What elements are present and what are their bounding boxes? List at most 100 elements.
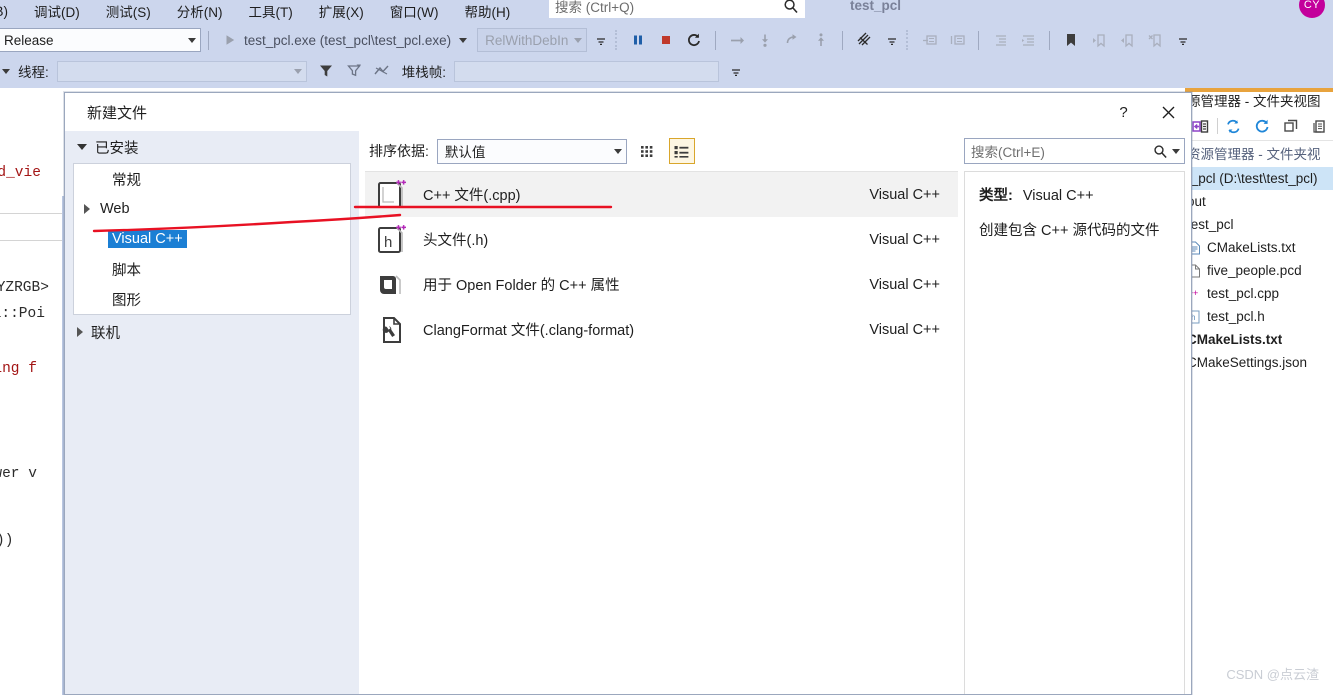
decrease-indent-icon[interactable] xyxy=(989,29,1011,51)
pause-icon[interactable] xyxy=(627,29,649,51)
list-item[interactable]: ++ test_pcl.cpp xyxy=(1185,282,1333,305)
solution-explorer-toolbar[interactable] xyxy=(1185,112,1333,141)
tree-node-visual-cpp[interactable]: Visual C++ xyxy=(74,224,350,254)
list-item[interactable]: CMakeLists.txt xyxy=(1185,236,1333,259)
chevron-down-icon[interactable] xyxy=(2,68,10,74)
solution-explorer-panel[interactable]: 源管理器 - 文件夹视图 资源管理器 - 文件夹视 t_pcl (D:\test… xyxy=(1185,88,1333,695)
menu-item-debug[interactable]: 调试(D) xyxy=(21,1,93,21)
uncomment-selection-icon[interactable] xyxy=(946,29,968,51)
detail-pane[interactable]: 搜索(Ctrl+E) 类型: Visual C++ 创建包含 C++ 源代码的文… xyxy=(958,131,1191,694)
installed-tree-pane[interactable]: 已安装 常规 Web Visual C++ 脚本 图形 联机 xyxy=(65,131,359,694)
tree-node-general[interactable]: 常规 xyxy=(74,164,350,194)
category-tree[interactable]: 常规 Web Visual C++ 脚本 图形 xyxy=(73,163,351,315)
step-over-icon[interactable] xyxy=(726,29,748,51)
refresh-icon[interactable] xyxy=(1253,115,1273,137)
list-item[interactable]: h test_pcl.h xyxy=(1185,305,1333,328)
list-view-button[interactable] xyxy=(668,138,695,164)
increase-indent-icon[interactable] xyxy=(1017,29,1039,51)
collapse-all-icon[interactable] xyxy=(1281,115,1301,137)
chevron-down-icon[interactable] xyxy=(1172,148,1180,154)
list-item[interactable]: CMakeSettings.json xyxy=(1185,351,1333,374)
menu-item-window[interactable]: 窗口(W) xyxy=(377,1,452,21)
tree-node-script[interactable]: 脚本 xyxy=(74,254,350,284)
list-item[interactable]: C++ 文件(.cpp) Visual C++ xyxy=(365,172,958,217)
online-header[interactable]: 联机 xyxy=(65,315,359,349)
template-details: 类型: Visual C++ 创建包含 C++ 源代码的文件 xyxy=(964,171,1185,694)
list-item-label: 用于 Open Folder 的 C++ 属性 xyxy=(423,278,620,294)
search-icon xyxy=(783,0,799,14)
stop-icon[interactable] xyxy=(655,29,677,51)
small-icons-view-button[interactable] xyxy=(635,138,661,164)
comment-selection-icon[interactable] xyxy=(918,29,940,51)
code-line: oud_vie xyxy=(0,165,41,181)
tree-node-graphics[interactable]: 图形 xyxy=(74,284,350,314)
template-list[interactable]: C++ 文件(.cpp) Visual C++ h 头文件(.h) Visual… xyxy=(365,171,958,694)
search-icon[interactable] xyxy=(1153,144,1168,159)
list-item-label: C++ 文件(.cpp) xyxy=(423,188,521,204)
switch-view-icon[interactable] xyxy=(1191,115,1211,137)
solution-explorer-tree[interactable]: t_pcl (D:\test\test_pcl) out test_pcl CM… xyxy=(1185,165,1333,374)
new-file-dialog[interactable]: 新建文件 ? 已安装 常规 Web Visual C++ 脚本 图形 联机 排序… xyxy=(64,92,1192,695)
thread-combo[interactable] xyxy=(56,60,307,82)
startup-target-label[interactable]: test_pcl.exe (test_pcl\test_pcl.exe) xyxy=(244,33,451,48)
document-tab[interactable]: test_pcl xyxy=(836,0,916,20)
step-into-icon[interactable] xyxy=(754,29,776,51)
menu-bar[interactable]: (B) 调试(D) 测试(S) 分析(N) 工具(T) 扩展(X) 窗口(W) … xyxy=(0,0,1333,22)
menu-item-test[interactable]: 测试(S) xyxy=(93,1,164,21)
menu-item-tools[interactable]: 工具(T) xyxy=(236,1,306,21)
toolbar-overflow-icon[interactable] xyxy=(590,29,612,51)
sort-row[interactable]: 排序依据: 默认值 xyxy=(359,131,958,171)
step-return-icon[interactable] xyxy=(782,29,804,51)
list-item[interactable]: h 头文件(.h) Visual C++ xyxy=(365,217,958,262)
clear-bookmarks-icon[interactable] xyxy=(1144,29,1166,51)
list-item[interactable]: t_pcl (D:\test\test_pcl) xyxy=(1185,167,1333,190)
list-item[interactable]: test_pcl xyxy=(1185,213,1333,236)
sync-icon[interactable] xyxy=(1224,115,1244,137)
list-item-label: ClangFormat 文件(.clang-format) xyxy=(423,323,635,339)
toolbar-overflow-icon[interactable] xyxy=(1172,29,1194,51)
stackframe-combo[interactable] xyxy=(454,60,720,82)
search-input[interactable]: 搜索(Ctrl+E) xyxy=(964,138,1185,164)
toggle-bookmark-icon[interactable] xyxy=(1060,29,1082,51)
list-item[interactable]: five_people.pcd xyxy=(1185,259,1333,282)
template-list-pane[interactable]: 排序依据: 默认值 C++ 文件(.cpp) Visual C++ h 头文件(… xyxy=(359,131,958,694)
platform-combo[interactable]: RelWithDebInfo xyxy=(477,28,588,52)
platform-value: RelWithDebInfo xyxy=(485,32,569,48)
flag-just-my-code-icon[interactable] xyxy=(371,60,393,82)
list-item[interactable]: out xyxy=(1185,190,1333,213)
detail-description: 创建包含 C++ 源代码的文件 xyxy=(979,223,1160,239)
previous-bookmark-icon[interactable] xyxy=(1088,29,1110,51)
menu-item-extensions[interactable]: 扩展(X) xyxy=(306,1,377,21)
sort-by-combo[interactable]: 默认值 xyxy=(436,138,627,164)
step-out-icon[interactable] xyxy=(810,29,832,51)
close-button[interactable] xyxy=(1146,97,1191,127)
filter-threads-down-icon[interactable] xyxy=(343,60,365,82)
svg-text:+: + xyxy=(1193,288,1198,298)
chevron-down-icon[interactable] xyxy=(459,37,468,43)
chevron-right-icon[interactable] xyxy=(84,204,90,214)
chevron-down-icon xyxy=(188,37,196,43)
menu-item-help[interactable]: 帮助(H) xyxy=(451,1,523,21)
help-button[interactable]: ? xyxy=(1101,97,1146,127)
list-item[interactable]: 用于 Open Folder 的 C++ 属性 Visual C++ xyxy=(365,262,958,307)
hot-reload-icon[interactable] xyxy=(853,29,875,51)
avatar[interactable]: CY xyxy=(1299,0,1325,18)
toolbar-overflow-icon[interactable] xyxy=(725,60,747,82)
tree-node-web[interactable]: Web xyxy=(74,194,350,224)
installed-header[interactable]: 已安装 xyxy=(65,131,359,163)
start-debug-icon[interactable] xyxy=(219,29,241,51)
menu-item-build[interactable]: (B) xyxy=(0,4,21,19)
solution-configuration-combo[interactable]: Release xyxy=(0,28,201,52)
restart-icon[interactable] xyxy=(683,29,705,51)
debug-location-toolbar[interactable]: 线程: 堆栈帧: xyxy=(0,57,1333,85)
quick-launch-search[interactable]: 搜索 (Ctrl+Q) xyxy=(548,0,806,19)
menu-item-analyze[interactable]: 分析(N) xyxy=(164,1,236,21)
search-row[interactable]: 搜索(Ctrl+E) xyxy=(958,131,1191,171)
show-all-files-icon[interactable] xyxy=(1310,115,1330,137)
list-item[interactable]: ClangFormat 文件(.clang-format) Visual C++ xyxy=(365,307,958,352)
toolbar-overflow-icon[interactable] xyxy=(881,29,903,51)
filter-threads-icon[interactable] xyxy=(315,60,337,82)
standard-toolbar[interactable]: Release test_pcl.exe (test_pcl\test_pcl.… xyxy=(0,25,1333,55)
list-item[interactable]: CMakeLists.txt xyxy=(1185,328,1333,351)
next-bookmark-icon[interactable] xyxy=(1116,29,1138,51)
